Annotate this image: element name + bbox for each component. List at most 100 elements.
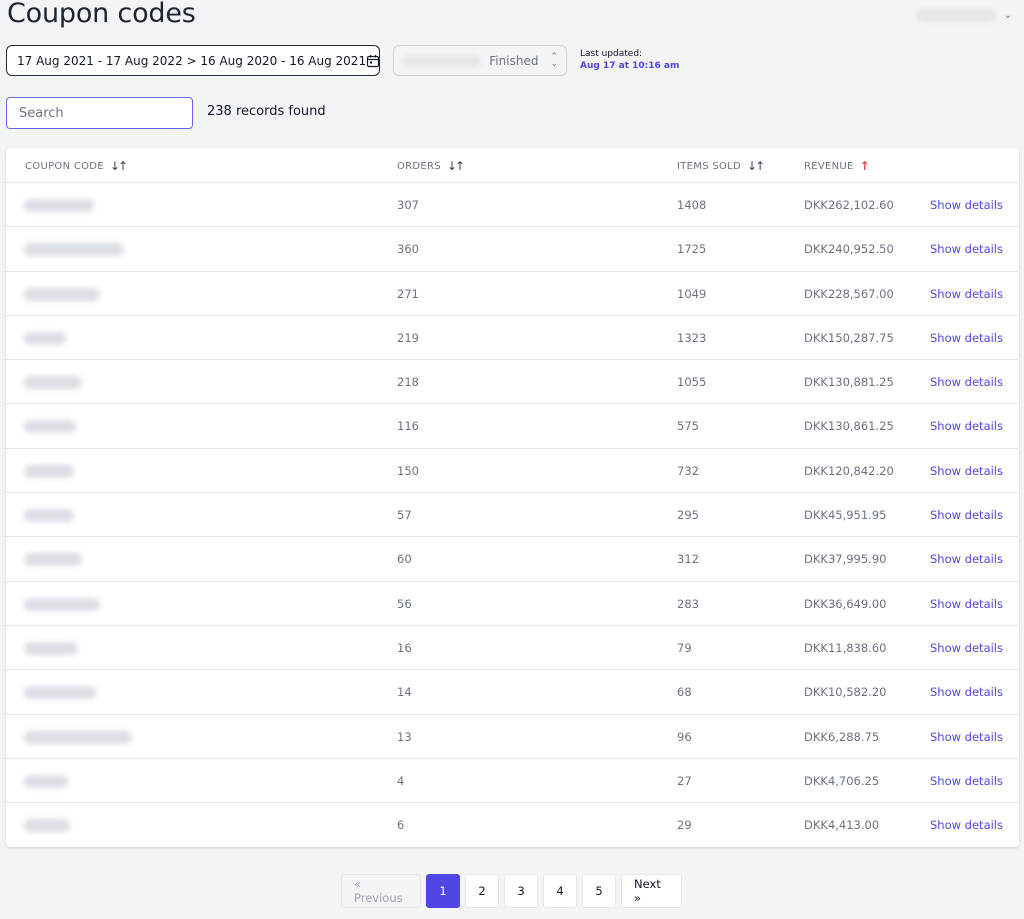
table-row: 218 1055 DKK130,881.25 Show details — [6, 360, 1019, 405]
revenue-cell: DKK37,995.90 — [804, 552, 887, 567]
column-orders[interactable]: ORDERS ↓↑ — [397, 159, 465, 173]
last-updated: Last updated: Aug 17 at 10:16 am — [580, 48, 679, 72]
revenue-cell: DKK4,413.00 — [804, 818, 880, 833]
items-sold-cell: 575 — [677, 419, 699, 434]
orders-cell: 218 — [397, 375, 419, 390]
orders-cell: 271 — [397, 286, 419, 301]
items-sold-cell: 27 — [677, 773, 692, 788]
status-select[interactable]: Finished ⌃ ⌄ — [393, 45, 567, 76]
pagination-page-1[interactable]: 1 — [426, 874, 460, 908]
orders-cell: 13 — [397, 729, 412, 744]
last-updated-time: Aug 17 at 10:16 am — [580, 61, 680, 71]
items-sold-cell: 312 — [677, 552, 699, 567]
show-details-link[interactable]: Show details — [930, 597, 1003, 611]
sort-arrows-icon: ↓↑ — [109, 159, 128, 173]
table-row: 307 1408 DKK262,102.60 Show details — [6, 183, 1019, 228]
revenue-cell: DKK11,838.60 — [804, 640, 887, 655]
show-details-link[interactable]: Show details — [930, 641, 1003, 655]
show-details-link[interactable]: Show details — [930, 287, 1003, 301]
items-sold-cell: 79 — [677, 640, 692, 655]
table-row: 271 1049 DKK228,567.00 Show details — [6, 272, 1019, 316]
orders-cell: 307 — [397, 198, 419, 212]
show-details-link[interactable]: Show details — [930, 730, 1003, 744]
orders-cell: 16 — [397, 640, 412, 655]
table-row: 116 575 DKK130,861.25 Show details — [6, 404, 1019, 449]
show-details-link[interactable]: Show details — [930, 508, 1003, 522]
pagination-page-5[interactable]: 5 — [582, 874, 616, 908]
show-details-link[interactable]: Show details — [930, 464, 1003, 478]
table-body: 307 1408 DKK262,102.60 Show details 360 1725 D… — [6, 183, 1019, 847]
sort-arrows-icon: ↓↑ — [747, 159, 765, 173]
show-details-link[interactable]: Show details — [930, 552, 1003, 566]
column-items-sold[interactable]: ITEMS SOLD ↓↑ — [677, 159, 765, 173]
coupon-code-redacted — [24, 641, 78, 655]
show-details-link[interactable]: Show details — [930, 774, 1003, 788]
last-updated-label: Last updated: — [580, 49, 643, 59]
orders-cell: 150 — [397, 463, 419, 478]
column-revenue-label: REVENUE — [804, 160, 854, 172]
revenue-cell: DKK150,287.75 — [804, 330, 894, 345]
pagination-page-2[interactable]: 2 — [465, 874, 499, 908]
items-sold-cell: 29 — [677, 818, 692, 833]
column-revenue[interactable]: REVENUE ↑ — [804, 159, 870, 173]
page-title: Coupon codes — [7, 0, 196, 29]
table-row: 16 79 DKK11,838.60 Show details — [6, 626, 1019, 671]
table-row: 60 312 DKK37,995.90 Show details — [6, 537, 1019, 582]
show-details-link[interactable]: Show details — [930, 419, 1003, 433]
coupon-code-redacted — [24, 553, 82, 567]
items-sold-cell: 283 — [677, 596, 699, 611]
show-details-link[interactable]: Show details — [930, 242, 1003, 256]
orders-cell: 4 — [397, 773, 405, 788]
table-header: COUPON CODE ↓↑ ORDERS ↓↑ ITEMS SOLD ↓↑ R… — [6, 148, 1019, 183]
table-row: 14 68 DKK10,582.20 Show details — [6, 670, 1019, 715]
column-coupon-code-label: COUPON CODE — [25, 160, 104, 172]
revenue-cell: DKK36,649.00 — [804, 596, 887, 611]
orders-cell: 219 — [397, 330, 419, 345]
show-details-link[interactable]: Show details — [930, 198, 1003, 212]
arrow-up-icon: ↑ — [859, 159, 871, 173]
coupon-code-redacted — [24, 199, 94, 212]
orders-cell: 60 — [397, 552, 412, 567]
status-prefix-redacted — [402, 54, 482, 67]
orders-cell: 56 — [397, 596, 412, 611]
coupon-code-redacted — [24, 287, 100, 301]
coupon-code-redacted — [24, 376, 82, 390]
orders-cell: 6 — [397, 818, 405, 833]
items-sold-cell: 1725 — [677, 242, 707, 257]
pagination-page-4[interactable]: 4 — [543, 874, 577, 908]
revenue-cell: DKK120,842.20 — [804, 463, 894, 478]
table-row: 4 27 DKK4,706.25 Show details — [6, 759, 1019, 804]
records-count: 238 records found — [207, 104, 326, 119]
table-row: 360 1725 DKK240,952.50 Show details — [6, 227, 1019, 272]
revenue-cell: DKK130,861.25 — [804, 419, 894, 434]
pagination-previous[interactable]: « Previous — [341, 874, 421, 908]
revenue-cell: DKK262,102.60 — [804, 198, 894, 212]
orders-cell: 116 — [397, 419, 419, 434]
chevron-down-icon: ⌄ — [1003, 9, 1012, 21]
show-details-link[interactable]: Show details — [930, 375, 1003, 389]
pagination-next[interactable]: Next » — [621, 874, 682, 908]
orders-cell: 360 — [397, 242, 419, 257]
table-row: 57 295 DKK45,951.95 Show details — [6, 493, 1019, 538]
items-sold-cell: 96 — [677, 729, 692, 744]
chevron-updown-icon: ⌃ ⌄ — [550, 51, 558, 69]
items-sold-cell: 1049 — [677, 286, 707, 301]
table-row: 6 29 DKK4,413.00 Show details — [6, 803, 1019, 847]
show-details-link[interactable]: Show details — [930, 818, 1003, 832]
table-row: 150 732 DKK120,842.20 Show details — [6, 449, 1019, 494]
column-coupon-code[interactable]: COUPON CODE ↓↑ — [25, 159, 128, 173]
column-items-sold-label: ITEMS SOLD — [677, 160, 742, 172]
date-range-picker[interactable]: 17 Aug 2021 - 17 Aug 2022 > 16 Aug 2020 … — [6, 45, 380, 76]
pagination-page-3[interactable]: 3 — [504, 874, 538, 908]
table-row: 13 96 DKK6,288.75 Show details — [6, 715, 1019, 759]
search-input[interactable] — [6, 97, 193, 129]
account-menu[interactable]: ⌄ — [916, 6, 1012, 24]
revenue-cell: DKK130,881.25 — [804, 375, 894, 390]
show-details-link[interactable]: Show details — [930, 331, 1003, 345]
coupon-code-redacted — [24, 331, 66, 345]
show-details-link[interactable]: Show details — [930, 685, 1003, 699]
items-sold-cell: 68 — [677, 685, 692, 700]
orders-cell: 14 — [397, 685, 412, 700]
items-sold-cell: 1408 — [677, 198, 707, 212]
revenue-cell: DKK6,288.75 — [804, 729, 880, 744]
